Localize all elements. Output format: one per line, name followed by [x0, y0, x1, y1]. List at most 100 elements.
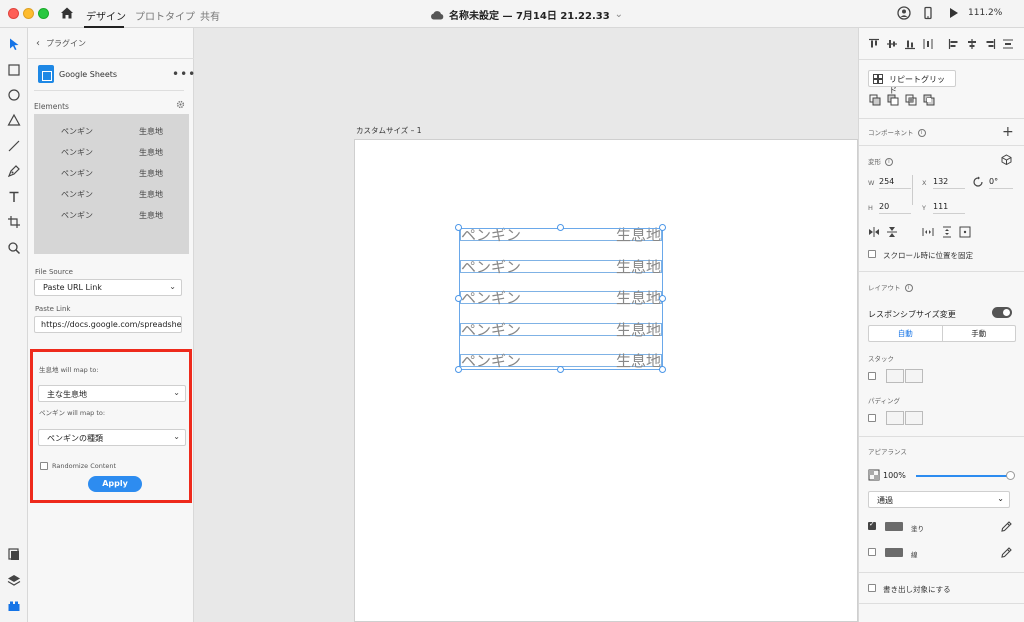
fill-checkbox[interactable]: ✓ — [868, 520, 876, 530]
randomize-checkbox[interactable] — [40, 462, 48, 470]
text-tool-icon[interactable] — [7, 190, 21, 204]
mapping-section: 生息地 will map to: 主な生息地 ⌄ ペンギン will map t… — [30, 349, 192, 503]
stack-horizontal-icon[interactable] — [905, 369, 923, 383]
divider — [859, 59, 1024, 60]
minimize-window-button[interactable] — [23, 8, 34, 19]
artboard-name[interactable]: カスタムサイズ – 1 — [356, 125, 422, 136]
resize-handle[interactable] — [659, 295, 666, 302]
tab-share[interactable]: 共有 — [200, 8, 220, 23]
pen-tool-icon[interactable] — [7, 164, 21, 178]
aspect-lock-icon[interactable] — [912, 175, 913, 205]
resize-height-icon[interactable] — [941, 226, 953, 238]
resize-fit-icon[interactable] — [959, 226, 971, 238]
opacity-slider-handle[interactable] — [1006, 471, 1015, 480]
rotation-field[interactable]: 0° — [989, 177, 1013, 189]
map2-select[interactable]: ペンギンの種類 ⌄ — [38, 429, 186, 446]
padding-checkbox[interactable] — [868, 414, 876, 422]
x-field[interactable]: 132 — [933, 177, 965, 189]
blend-mode-select[interactable]: 通過 ⌄ — [868, 491, 1010, 508]
chevron-down-icon: ⌄ — [173, 432, 180, 441]
mobile-preview-icon[interactable] — [921, 6, 935, 20]
close-window-button[interactable] — [8, 8, 19, 19]
canvas-area[interactable]: カスタムサイズ – 1 ペンギン 生息地 ペンギン 生息地 ペンギン 生息地 ペンギン… — [195, 28, 858, 622]
align-right-icon[interactable] — [984, 38, 996, 50]
polygon-tool-icon[interactable] — [7, 113, 21, 127]
stack-vertical-icon[interactable] — [886, 369, 904, 383]
export-checkbox[interactable] — [868, 584, 876, 592]
resize-handle[interactable] — [659, 366, 666, 373]
boolean-intersect-icon[interactable] — [905, 94, 917, 106]
padding-individual-icon[interactable] — [905, 411, 923, 425]
resize-handle[interactable] — [455, 295, 462, 302]
align-top-icon[interactable] — [868, 38, 880, 50]
border-checkbox[interactable] — [868, 548, 876, 556]
home-icon[interactable] — [60, 6, 74, 20]
manual-button[interactable]: 手動 — [943, 326, 1016, 341]
artboard[interactable]: ペンギン 生息地 ペンギン 生息地 ペンギン 生息地 ペンギン 生息地 ペンギン 生息地 — [354, 139, 858, 622]
distribute-horizontal-icon[interactable] — [1002, 38, 1014, 50]
distribute-vertical-icon[interactable] — [922, 38, 934, 50]
plugins-back-button[interactable]: ‹ プラグイン — [36, 38, 86, 49]
stack-checkbox[interactable] — [868, 372, 876, 380]
apply-button[interactable]: Apply — [88, 476, 142, 492]
map1-select[interactable]: 主な生息地 ⌄ — [38, 385, 186, 402]
3d-transform-icon[interactable] — [1001, 154, 1012, 165]
document-title[interactable]: 名称未設定 — 7月14日 21.22.33 ⌄ — [430, 7, 623, 22]
align-bottom-icon[interactable] — [904, 38, 916, 50]
info-icon[interactable]: i — [917, 129, 926, 137]
width-field[interactable]: 254 — [879, 177, 911, 189]
height-field[interactable]: 20 — [879, 202, 911, 214]
zoom-tool-icon[interactable] — [7, 241, 21, 255]
artboard-tool-icon[interactable] — [7, 215, 21, 229]
info-icon[interactable]: i — [885, 158, 893, 166]
resize-handle[interactable] — [557, 366, 564, 373]
align-left-icon[interactable] — [948, 38, 960, 50]
repeat-grid-button[interactable]: リピートグリッド — [868, 70, 956, 95]
padding-uniform-icon[interactable] — [886, 411, 904, 425]
tool-bar — [0, 28, 28, 622]
resize-width-icon[interactable] — [922, 226, 934, 238]
info-icon[interactable]: i — [904, 284, 913, 292]
divider — [34, 90, 184, 91]
ellipse-tool-icon[interactable] — [7, 88, 21, 102]
opacity-value[interactable]: 100% — [883, 471, 906, 480]
resize-handle[interactable] — [659, 224, 666, 231]
more-options-icon[interactable]: ••• — [172, 67, 196, 81]
scroll-fix-checkbox[interactable] — [868, 250, 876, 258]
align-middle-icon[interactable] — [886, 38, 898, 50]
opacity-slider-track[interactable] — [916, 475, 1009, 477]
plugins-icon[interactable] — [7, 599, 21, 613]
resize-handle[interactable] — [557, 224, 564, 231]
user-share-icon[interactable] — [897, 6, 911, 20]
layers-icon[interactable] — [7, 573, 21, 587]
eyedropper-icon[interactable] — [1001, 521, 1012, 532]
line-tool-icon[interactable] — [7, 139, 21, 153]
boolean-add-icon[interactable] — [869, 94, 881, 106]
tab-prototype[interactable]: プロトタイプ — [135, 8, 195, 23]
eyedropper-icon[interactable] — [1001, 547, 1012, 558]
flip-horizontal-icon[interactable] — [868, 226, 880, 238]
play-icon[interactable] — [946, 6, 960, 20]
rectangle-tool-icon[interactable] — [7, 63, 21, 77]
add-component-icon[interactable]: + — [1002, 124, 1014, 140]
select-tool-icon[interactable] — [7, 37, 21, 51]
y-field[interactable]: 111 — [933, 202, 965, 214]
tab-design[interactable]: デザイン — [86, 8, 126, 23]
boolean-subtract-icon[interactable] — [887, 94, 899, 106]
resize-handle[interactable] — [455, 366, 462, 373]
assets-icon[interactable] — [7, 547, 21, 561]
auto-button[interactable]: 自動 — [869, 326, 943, 341]
gear-icon[interactable] — [176, 100, 185, 109]
flip-vertical-icon[interactable] — [886, 226, 898, 238]
zoom-window-button[interactable] — [38, 8, 49, 19]
border-label: 線 — [911, 551, 918, 559]
file-source-select[interactable]: Paste URL Link ⌄ — [34, 279, 182, 296]
align-center-icon[interactable] — [966, 38, 978, 50]
resize-handle[interactable] — [455, 224, 462, 231]
border-color-swatch[interactable] — [885, 548, 903, 557]
boolean-exclude-icon[interactable] — [923, 94, 935, 106]
responsive-resize-toggle[interactable] — [992, 307, 1012, 318]
zoom-level[interactable]: 111.2% — [968, 8, 1002, 18]
paste-link-input[interactable]: https://docs.google.com/spreadshe — [34, 316, 182, 333]
fill-color-swatch[interactable] — [885, 522, 903, 531]
